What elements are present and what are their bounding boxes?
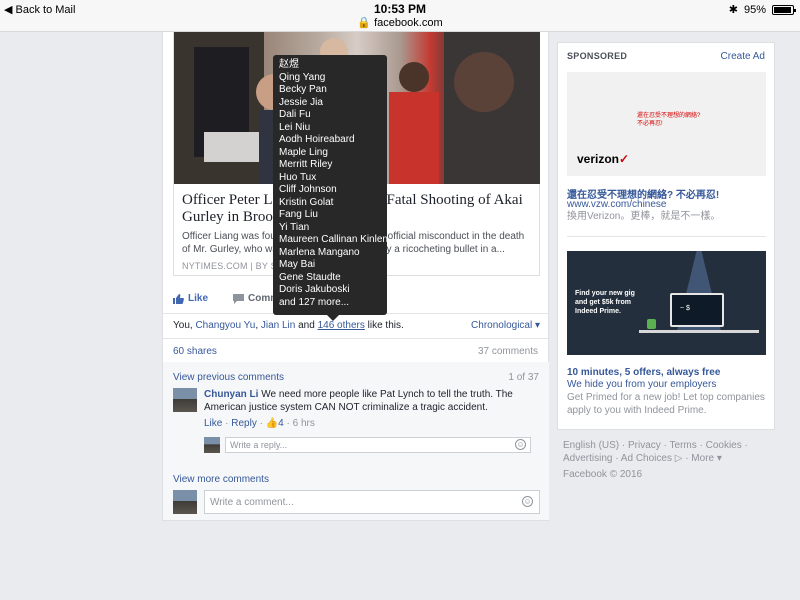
- emoji-icon[interactable]: ☺: [522, 496, 533, 507]
- ad-url[interactable]: We hide you from your employers: [567, 379, 716, 390]
- liker-name: Lei Niu: [279, 121, 311, 133]
- comment-page-count: 1 of 37: [508, 372, 539, 383]
- liker-name: Becky Pan: [279, 84, 327, 95]
- comment-meta: Like · Reply · 👍4 · 6 hrs: [204, 418, 315, 429]
- likers-tooltip: 赵煜 Qing Yang Becky Pan Jessie Jia Dali F…: [273, 55, 388, 321]
- view-more-comments-link[interactable]: View more comments: [173, 474, 269, 485]
- sort-dropdown[interactable]: Chronological ▾: [471, 320, 540, 331]
- divider: [567, 236, 766, 237]
- liker-name: May Bai: [279, 259, 316, 270]
- liker-name: Aodh Hoireabard: [279, 134, 355, 145]
- liker-name: Qing Yang: [279, 71, 326, 83]
- comments-section: View previous comments 1 of 37 Chunyan L…: [163, 362, 549, 520]
- comment-count: 37 comments: [477, 346, 538, 357]
- liker-name: Yi Tian: [279, 221, 310, 233]
- like-button[interactable]: Like: [173, 293, 208, 304]
- battery-percent: 95%: [743, 3, 766, 16]
- ad-url[interactable]: www.vzw.com/chinese: [567, 199, 666, 210]
- comment-time: 6 hrs: [292, 418, 315, 429]
- liker-name: Huo Tux: [279, 171, 317, 183]
- comment-reply-button[interactable]: Reply: [231, 418, 257, 429]
- comment-input[interactable]: Write a comment... ☺: [204, 490, 540, 514]
- thumbs-up-icon: [173, 293, 184, 304]
- liker-name: Maureen Callinan Kinlen: [279, 234, 388, 245]
- sponsored-label: SPONSORED: [567, 51, 628, 61]
- liker-link[interactable]: Changyou Yu: [195, 320, 255, 331]
- avatar: [173, 490, 197, 514]
- comment-author[interactable]: Chunyan Li: [204, 389, 258, 400]
- ad-description: 換用Verizon。更棒，就是不一樣。: [567, 211, 721, 222]
- battery-icon: [772, 4, 796, 15]
- liker-link[interactable]: Jian Lin: [261, 320, 295, 331]
- link-source: NYTIMES.COM | BY S: [182, 261, 277, 271]
- desk-graphic: [639, 330, 759, 333]
- clock: 10:53 PM: [373, 2, 427, 16]
- ad-image[interactable]: Find your new gig and get $5k from Indee…: [567, 251, 766, 355]
- footer: English (US) · Privacy · Terms · Cookies…: [563, 439, 773, 481]
- address-bar[interactable]: 🔒 facebook.com: [0, 16, 800, 29]
- comment-icon: [233, 293, 244, 304]
- liker-name: Dali Fu: [279, 109, 311, 120]
- liker-name: Maple Ling: [279, 146, 328, 158]
- liker-name: Cliff Johnson: [279, 184, 337, 195]
- comment-like-button[interactable]: Like: [204, 418, 222, 429]
- laptop-icon: ~ $: [670, 293, 724, 327]
- plant-graphic: [647, 319, 656, 329]
- ad-image[interactable]: 還在忍受不理想的網絡? 不必再忍! verizon✓: [567, 72, 766, 176]
- others-link[interactable]: 146 others: [318, 320, 365, 331]
- create-ad-link[interactable]: Create Ad: [721, 51, 765, 62]
- reply-input[interactable]: Write a reply... ☺: [225, 437, 531, 453]
- emoji-icon[interactable]: ☺: [515, 439, 526, 450]
- verizon-logo: verizon✓: [577, 152, 630, 166]
- liker-name: Kristin Golat: [279, 196, 334, 208]
- status-indicators: ✱ 95%: [728, 3, 796, 16]
- liker-name: Jessie Jia: [279, 96, 323, 108]
- divider: [163, 338, 550, 339]
- liker-name: Marlena Mangano: [279, 246, 360, 258]
- status-bar: ◀ Back to Mail 10:53 PM 🔒 facebook.com ✱…: [0, 0, 800, 32]
- ad-title[interactable]: 10 minutes, 5 offers, always free: [567, 367, 767, 378]
- ad-image-text: 還在忍受不理想的網絡? 不必再忍!: [637, 113, 701, 127]
- footer-links[interactable]: English (US) · Privacy · Terms · Cookies…: [563, 439, 773, 465]
- liker-name: Fang Liu: [279, 209, 318, 220]
- comment-text: Chunyan Li We need more people like Pat …: [204, 389, 513, 413]
- likes-summary: You, Changyou Yu, Jian Lin and 146 other…: [173, 320, 540, 331]
- bluetooth-icon: ✱: [728, 4, 738, 16]
- view-previous-comments-link[interactable]: View previous comments: [173, 372, 284, 383]
- avatar[interactable]: [173, 388, 197, 412]
- liker-name: Merritt Riley: [279, 159, 333, 170]
- sponsored-panel: SPONSORED Create Ad 還在忍受不理想的網絡? 不必再忍! ve…: [557, 42, 775, 430]
- liker-name: 赵煜: [279, 59, 299, 70]
- ad-description: Get Primed for a new job! Let top compan…: [567, 392, 765, 416]
- copyright: Facebook © 2016: [563, 469, 643, 480]
- ad-image-text: Find your new gig and get $5k from Indee…: [575, 290, 635, 315]
- liker-name: Doris Jakuboski: [279, 284, 350, 295]
- shares-link[interactable]: 60 shares: [173, 346, 217, 357]
- avatar: [204, 437, 220, 453]
- and-more-text: and 127 more...: [279, 296, 350, 308]
- liker-name: Gene Staudte: [279, 271, 341, 283]
- reaction-count[interactable]: 👍4: [266, 418, 284, 429]
